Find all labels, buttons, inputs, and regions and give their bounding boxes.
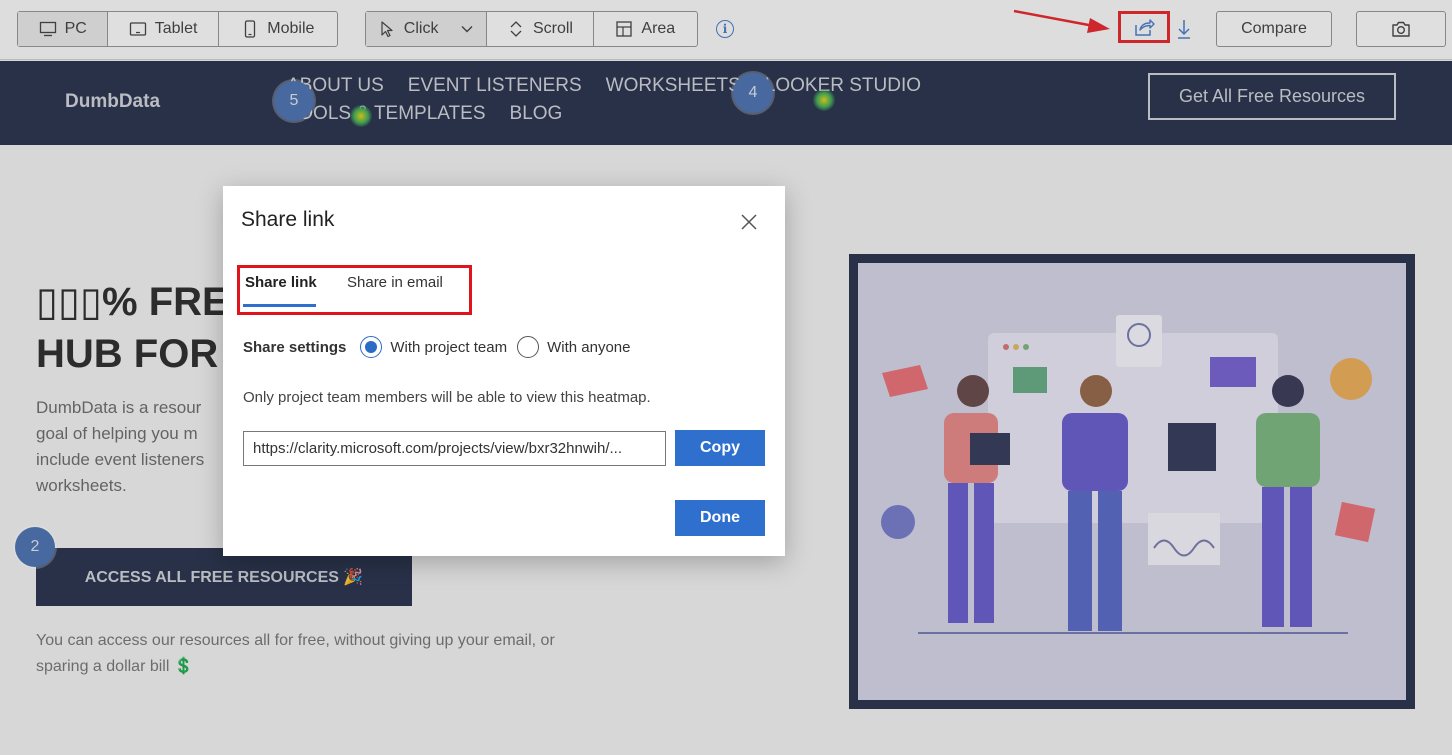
click-rank-badge: 5 bbox=[274, 81, 314, 121]
share-settings-label: Share settings bbox=[243, 338, 347, 356]
access-resources-button[interactable]: ACCESS ALL FREE RESOURCES 🎉 bbox=[36, 548, 412, 606]
device-mobile-label: Mobile bbox=[267, 20, 315, 37]
tablet-icon bbox=[129, 22, 146, 36]
scroll-icon bbox=[510, 21, 522, 37]
copy-button[interactable]: Copy bbox=[675, 430, 765, 466]
mode-area-label: Area bbox=[641, 20, 676, 37]
download-icon[interactable] bbox=[1175, 18, 1193, 40]
cursor-icon bbox=[381, 21, 393, 38]
tab-share-in-email[interactable]: Share in email bbox=[347, 274, 443, 291]
device-tablet-label: Tablet bbox=[154, 20, 198, 37]
done-button[interactable]: Done bbox=[675, 500, 765, 536]
heatmap-toolbar: PC Tablet Mobile Click Scroll Area i Com… bbox=[0, 0, 1452, 60]
site-header: DumbData ABOUT US EVENT LISTENERS WORKSH… bbox=[0, 61, 1452, 145]
mode-scroll-button[interactable]: Scroll bbox=[487, 12, 594, 46]
mode-scroll-label: Scroll bbox=[532, 20, 573, 37]
mode-area-button[interactable]: Area bbox=[594, 12, 697, 46]
compare-button[interactable]: Compare bbox=[1216, 11, 1332, 47]
header-cta-button[interactable]: Get All Free Resources bbox=[1148, 73, 1396, 120]
device-switcher: PC Tablet Mobile bbox=[17, 11, 338, 47]
red-arrow-annotation bbox=[1013, 9, 1110, 33]
camera-icon bbox=[1392, 21, 1410, 37]
radio-anyone[interactable] bbox=[517, 336, 540, 358]
mode-switcher: Click Scroll Area bbox=[365, 11, 698, 47]
heatmap-spot bbox=[813, 89, 835, 111]
active-tab-underline bbox=[243, 304, 316, 307]
site-logo: DumbData bbox=[65, 91, 161, 112]
screenshot-button[interactable] bbox=[1356, 11, 1446, 47]
illustration-canvas bbox=[858, 263, 1406, 700]
chevron-down-icon[interactable] bbox=[460, 22, 474, 36]
option-project-team-label[interactable]: With project team bbox=[390, 339, 507, 356]
monitor-icon bbox=[39, 21, 56, 37]
option-anyone-label[interactable]: With anyone bbox=[547, 339, 630, 356]
share-note: Only project team members will be able t… bbox=[243, 389, 651, 406]
mode-click-button[interactable]: Click bbox=[366, 12, 488, 46]
dialog-title: Share link bbox=[241, 208, 335, 231]
mode-click-label: Click bbox=[403, 20, 439, 37]
hero-illustration bbox=[849, 254, 1415, 709]
share-button[interactable] bbox=[1118, 11, 1170, 43]
tab-share-link[interactable]: Share link bbox=[245, 274, 317, 291]
device-pc-label: PC bbox=[64, 20, 87, 37]
menu-item-event-listeners[interactable]: EVENT LISTENERS bbox=[408, 75, 582, 97]
share-link-dialog: Share link Share link Share in email Sha… bbox=[223, 186, 785, 556]
close-icon[interactable] bbox=[739, 212, 759, 232]
menu-item-tools-templates[interactable]: TOOLS & TEMPLATES bbox=[287, 103, 486, 125]
menu-item-looker-studio[interactable]: LOOKER STUDIO bbox=[765, 75, 921, 97]
site-menu: ABOUT US EVENT LISTENERS WORKSHEETS LOOK… bbox=[287, 75, 947, 125]
device-tablet-button[interactable]: Tablet bbox=[108, 12, 219, 46]
share-url-field[interactable] bbox=[243, 431, 666, 466]
device-mobile-button[interactable]: Mobile bbox=[219, 12, 337, 46]
share-settings-row: Share settings With project team With an… bbox=[243, 336, 640, 358]
share-icon bbox=[1135, 19, 1155, 36]
click-rank-badge: 4 bbox=[733, 73, 773, 113]
info-icon[interactable]: i bbox=[716, 20, 734, 38]
hero-subtext: You can access our resources all for fre… bbox=[36, 632, 555, 675]
team-illustration bbox=[881, 315, 1376, 634]
click-rank-badge: 2 bbox=[15, 527, 55, 567]
device-pc-button[interactable]: PC bbox=[18, 12, 109, 46]
menu-item-worksheets[interactable]: WORKSHEETS bbox=[606, 75, 741, 97]
menu-item-blog[interactable]: BLOG bbox=[510, 103, 563, 125]
area-icon bbox=[616, 21, 633, 37]
heatmap-spot bbox=[350, 105, 372, 127]
mobile-icon bbox=[245, 20, 256, 38]
radio-project-team[interactable] bbox=[360, 336, 383, 358]
